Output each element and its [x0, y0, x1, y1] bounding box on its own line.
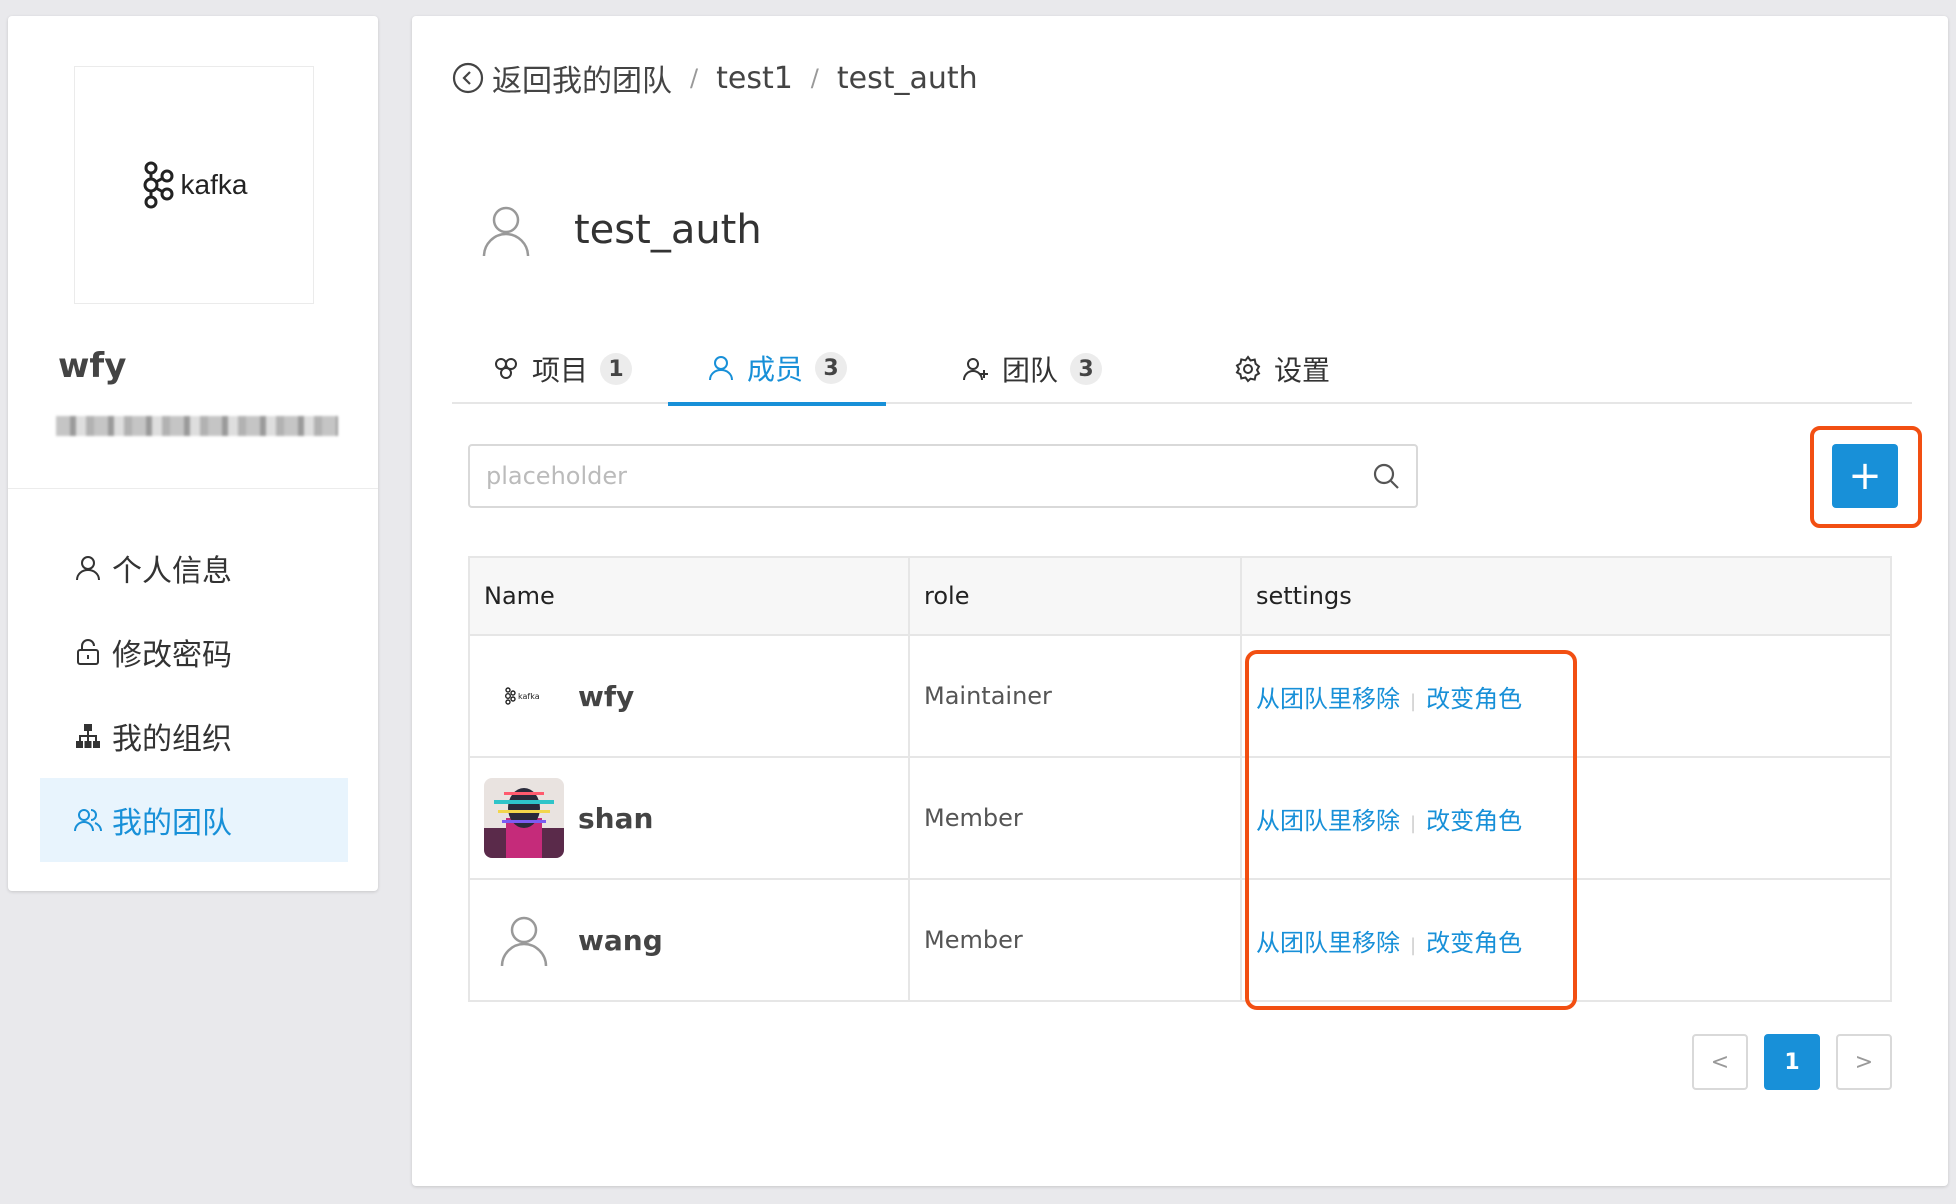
back-circle-icon: [452, 62, 484, 94]
divider: [8, 488, 378, 489]
tab-projects[interactable]: 项目 1: [472, 334, 652, 404]
avatar-box: kafka: [74, 66, 314, 304]
table-row: wang Member 从团队里移除 | 改变角色: [468, 878, 1892, 1002]
remove-from-team-link[interactable]: 从团队里移除: [1256, 685, 1400, 713]
sidebar-item-label: 我的团队: [112, 806, 232, 841]
profile-username: wfy: [58, 346, 127, 386]
tab-members[interactable]: 成员 3: [668, 334, 886, 406]
sidebar-item-profile[interactable]: 个人信息: [40, 526, 348, 610]
member-icon: [708, 356, 733, 381]
team-header: test_auth: [478, 202, 762, 258]
settings-cell: 从团队里移除 | 改变角色: [1240, 878, 1892, 1002]
project-icon: [494, 358, 517, 379]
team-icon: [74, 809, 102, 832]
sidebar-item-label: 修改密码: [112, 638, 232, 673]
name-cell: wang: [468, 878, 910, 1002]
team-title: test_auth: [574, 207, 762, 253]
breadcrumb-separator: /: [690, 64, 699, 92]
count-badge: 3: [1070, 353, 1102, 385]
org-icon: [76, 724, 100, 748]
page-1-button[interactable]: 1: [1764, 1034, 1820, 1090]
team-user-icon: [482, 206, 530, 257]
user-icon: [76, 556, 100, 581]
name-cell: shan: [468, 756, 910, 880]
avatar-image: [484, 778, 564, 858]
pagination: < 1 >: [1692, 1034, 1892, 1090]
default-user-icon: [500, 916, 548, 967]
tab-label: 团队: [1001, 354, 1058, 387]
sidebar-item-label: 个人信息: [112, 554, 232, 589]
change-role-link[interactable]: 改变角色: [1426, 685, 1522, 713]
logo-text: kafka: [180, 169, 248, 200]
table-row: kafka wfy Maintainer 从团队里移除 | 改变角色: [468, 634, 1892, 758]
table-header-row: Name role settings: [468, 556, 1892, 636]
column-header-settings: settings: [1240, 556, 1892, 636]
breadcrumb-item-project[interactable]: test1: [716, 61, 793, 96]
profile-sidebar: kafka wfy 个人信息 修改密码 我的组织 我的团队: [8, 16, 378, 891]
search-input[interactable]: [486, 462, 1372, 490]
role-cell: Maintainer: [908, 634, 1242, 758]
avatar: kafka: [484, 656, 564, 736]
members-table: Name role settings kafka wfy Maintainer …: [468, 556, 1892, 1002]
role-cell: Member: [908, 756, 1242, 880]
member-name: wang: [578, 923, 663, 957]
tab-settings[interactable]: 设置: [1212, 334, 1352, 404]
team-add-icon: [962, 358, 988, 381]
search-icon[interactable]: [1372, 462, 1400, 490]
back-to-my-teams-link[interactable]: 返回我的团队: [452, 56, 672, 100]
avatar: [484, 900, 564, 980]
count-badge: 3: [815, 352, 847, 384]
member-name: shan: [578, 801, 654, 835]
column-header-role: role: [908, 556, 1242, 636]
member-name: wfy: [578, 679, 635, 713]
sidebar-item-org[interactable]: 我的组织: [40, 694, 348, 778]
count-badge: 1: [600, 353, 632, 385]
member-search: [468, 444, 1418, 508]
table-row: shan Member 从团队里移除 | 改变角色: [468, 756, 1892, 880]
action-divider: |: [1410, 690, 1417, 712]
main-panel: 返回我的团队 / test1 / test_auth test_auth 项目 …: [412, 16, 1948, 1186]
prev-page-button[interactable]: <: [1692, 1034, 1748, 1090]
sidebar-item-password[interactable]: 修改密码: [40, 610, 348, 694]
team-tabs: 项目 1 成员 3 团队 3 设置: [452, 334, 1912, 406]
remove-from-team-link[interactable]: 从团队里移除: [1256, 807, 1400, 835]
gear-icon: [1235, 355, 1261, 383]
kafka-logo-icon: [143, 161, 174, 209]
tab-label: 成员: [746, 353, 803, 386]
avatar: [484, 778, 564, 858]
next-page-button[interactable]: >: [1836, 1034, 1892, 1090]
kafka-logo-icon: kafka: [505, 687, 540, 705]
kafka-logo: kafka: [141, 161, 248, 209]
sidebar-item-label: 我的组织: [112, 722, 232, 757]
breadcrumb-item-team: test_auth: [836, 60, 978, 96]
settings-cell: 从团队里移除 | 改变角色: [1240, 634, 1892, 758]
tab-label: 设置: [1273, 354, 1330, 387]
action-divider: |: [1410, 934, 1417, 956]
email-redacted: [56, 416, 338, 436]
name-cell: kafka wfy: [468, 634, 910, 758]
breadcrumb-separator: /: [810, 64, 819, 92]
sidebar-nav: 个人信息 修改密码 我的组织 我的团队: [40, 526, 348, 862]
change-role-link[interactable]: 改变角色: [1426, 929, 1522, 957]
lock-icon: [77, 639, 99, 665]
change-role-link[interactable]: 改变角色: [1426, 807, 1522, 835]
tab-label: 项目: [531, 354, 588, 387]
column-header-name: Name: [468, 556, 910, 636]
back-label: 返回我的团队: [492, 64, 672, 99]
tab-teams[interactable]: 团队 3: [942, 334, 1122, 404]
role-cell: Member: [908, 878, 1242, 1002]
breadcrumb: 返回我的团队 / test1 / test_auth: [452, 56, 978, 100]
sidebar-item-my-team[interactable]: 我的团队: [40, 778, 348, 862]
add-member-button[interactable]: +: [1832, 444, 1898, 508]
svg-text:kafka: kafka: [518, 692, 540, 701]
action-divider: |: [1410, 812, 1417, 834]
settings-cell: 从团队里移除 | 改变角色: [1240, 756, 1892, 880]
remove-from-team-link[interactable]: 从团队里移除: [1256, 929, 1400, 957]
